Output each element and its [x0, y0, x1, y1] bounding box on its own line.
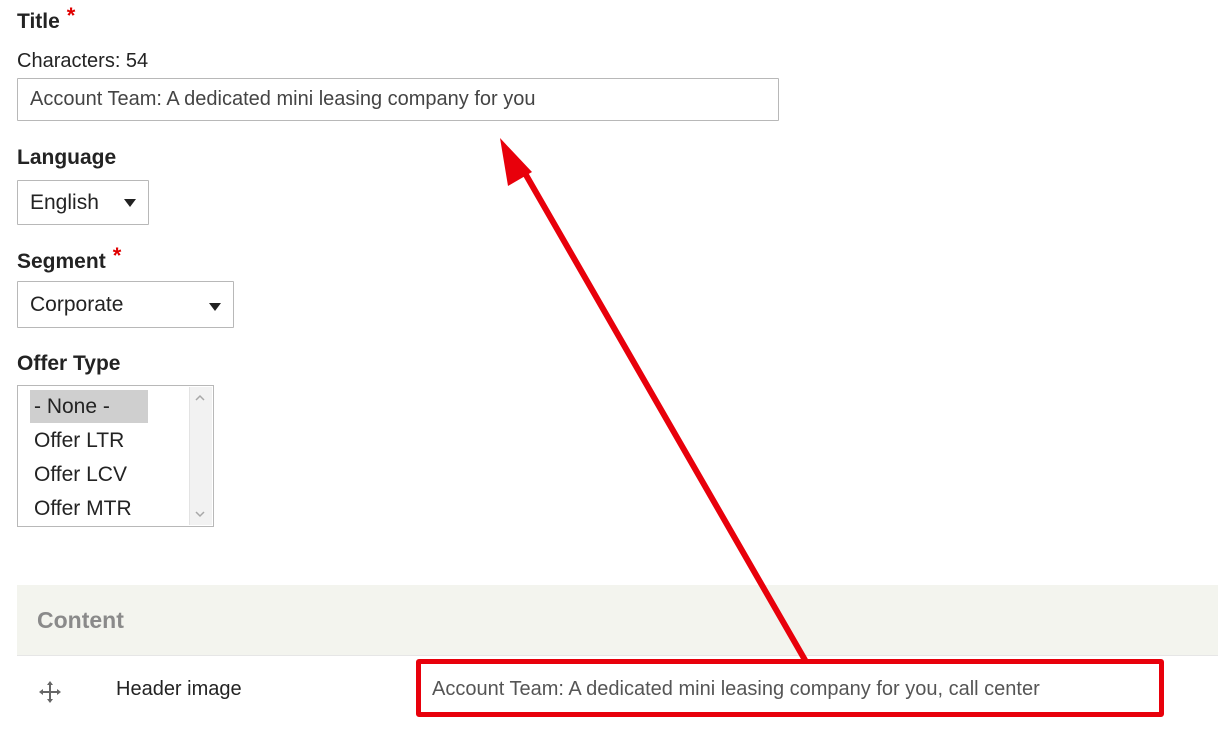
drag-handle-icon[interactable] [38, 680, 62, 704]
offer-type-option[interactable]: - None - [30, 390, 148, 423]
offer-type-option[interactable]: Offer LTR [30, 424, 128, 457]
title-input[interactable] [17, 78, 779, 121]
header-image-value[interactable]: Account Team: A dedicated mini leasing c… [432, 678, 1040, 701]
language-label: Language [17, 146, 117, 169]
segment-select[interactable]: Corporate [17, 281, 234, 328]
chevron-down-icon [124, 198, 136, 207]
language-select[interactable]: English [17, 180, 149, 225]
header-image-label: Header image [116, 678, 242, 700]
character-counter: Characters: 54 [17, 50, 149, 72]
chevron-down-icon [209, 302, 221, 311]
content-section-header: Content [17, 585, 1218, 655]
offer-type-option[interactable]: Offer LCV [30, 458, 131, 491]
segment-label: Segment * [17, 245, 121, 273]
offer-type-label: Offer Type [17, 352, 121, 375]
required-mark: * [112, 243, 122, 268]
language-select-value: English [30, 190, 99, 214]
offer-type-option[interactable]: Offer MTR [30, 492, 136, 525]
required-mark: * [66, 3, 76, 28]
title-label: Title * [17, 5, 75, 33]
offer-type-listbox[interactable]: - None - Offer LTR Offer LCV Offer MTR [17, 385, 214, 527]
title-label-text: Title [17, 10, 60, 33]
divider [17, 655, 1218, 656]
chevron-up-icon[interactable] [195, 393, 205, 403]
listbox-scrollbar[interactable] [189, 387, 212, 525]
chevron-down-icon[interactable] [195, 509, 205, 519]
content-section-title: Content [37, 607, 124, 633]
page: Title * Characters: 54 Language English S… [0, 0, 1218, 730]
segment-label-text: Segment [17, 250, 106, 273]
segment-select-value: Corporate [30, 292, 124, 316]
